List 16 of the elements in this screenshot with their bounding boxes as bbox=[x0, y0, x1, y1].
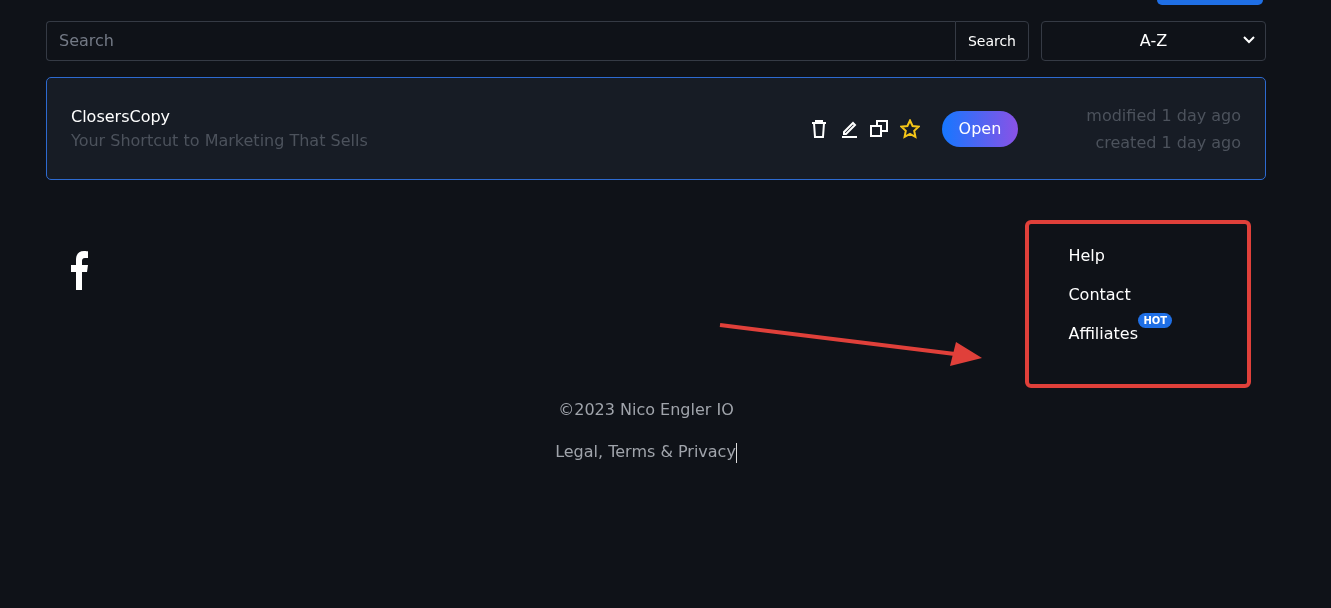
footer-link[interactable]: Affiliates bbox=[1068, 324, 1138, 343]
text-cursor bbox=[735, 442, 737, 463]
chevron-down-icon bbox=[1243, 36, 1255, 44]
copy-icon[interactable] bbox=[869, 118, 888, 139]
legal-link[interactable]: Legal, Terms & Privacy bbox=[555, 442, 736, 461]
search-button[interactable]: Search bbox=[954, 21, 1029, 61]
star-icon[interactable] bbox=[899, 118, 920, 139]
project-name: ClosersCopy bbox=[71, 105, 172, 128]
search-field[interactable]: Search bbox=[46, 21, 955, 61]
hot-badge: HOT bbox=[1138, 313, 1173, 328]
footer-link[interactable]: Help bbox=[1068, 246, 1105, 265]
copyright-text: ©2023 Nico Engler IO bbox=[557, 399, 735, 421]
open-button[interactable]: Open bbox=[941, 110, 1019, 147]
sort-dropdown[interactable]: A-Z bbox=[1041, 21, 1266, 61]
footer-link[interactable]: Contact bbox=[1068, 285, 1131, 304]
trash-icon[interactable] bbox=[809, 118, 828, 139]
